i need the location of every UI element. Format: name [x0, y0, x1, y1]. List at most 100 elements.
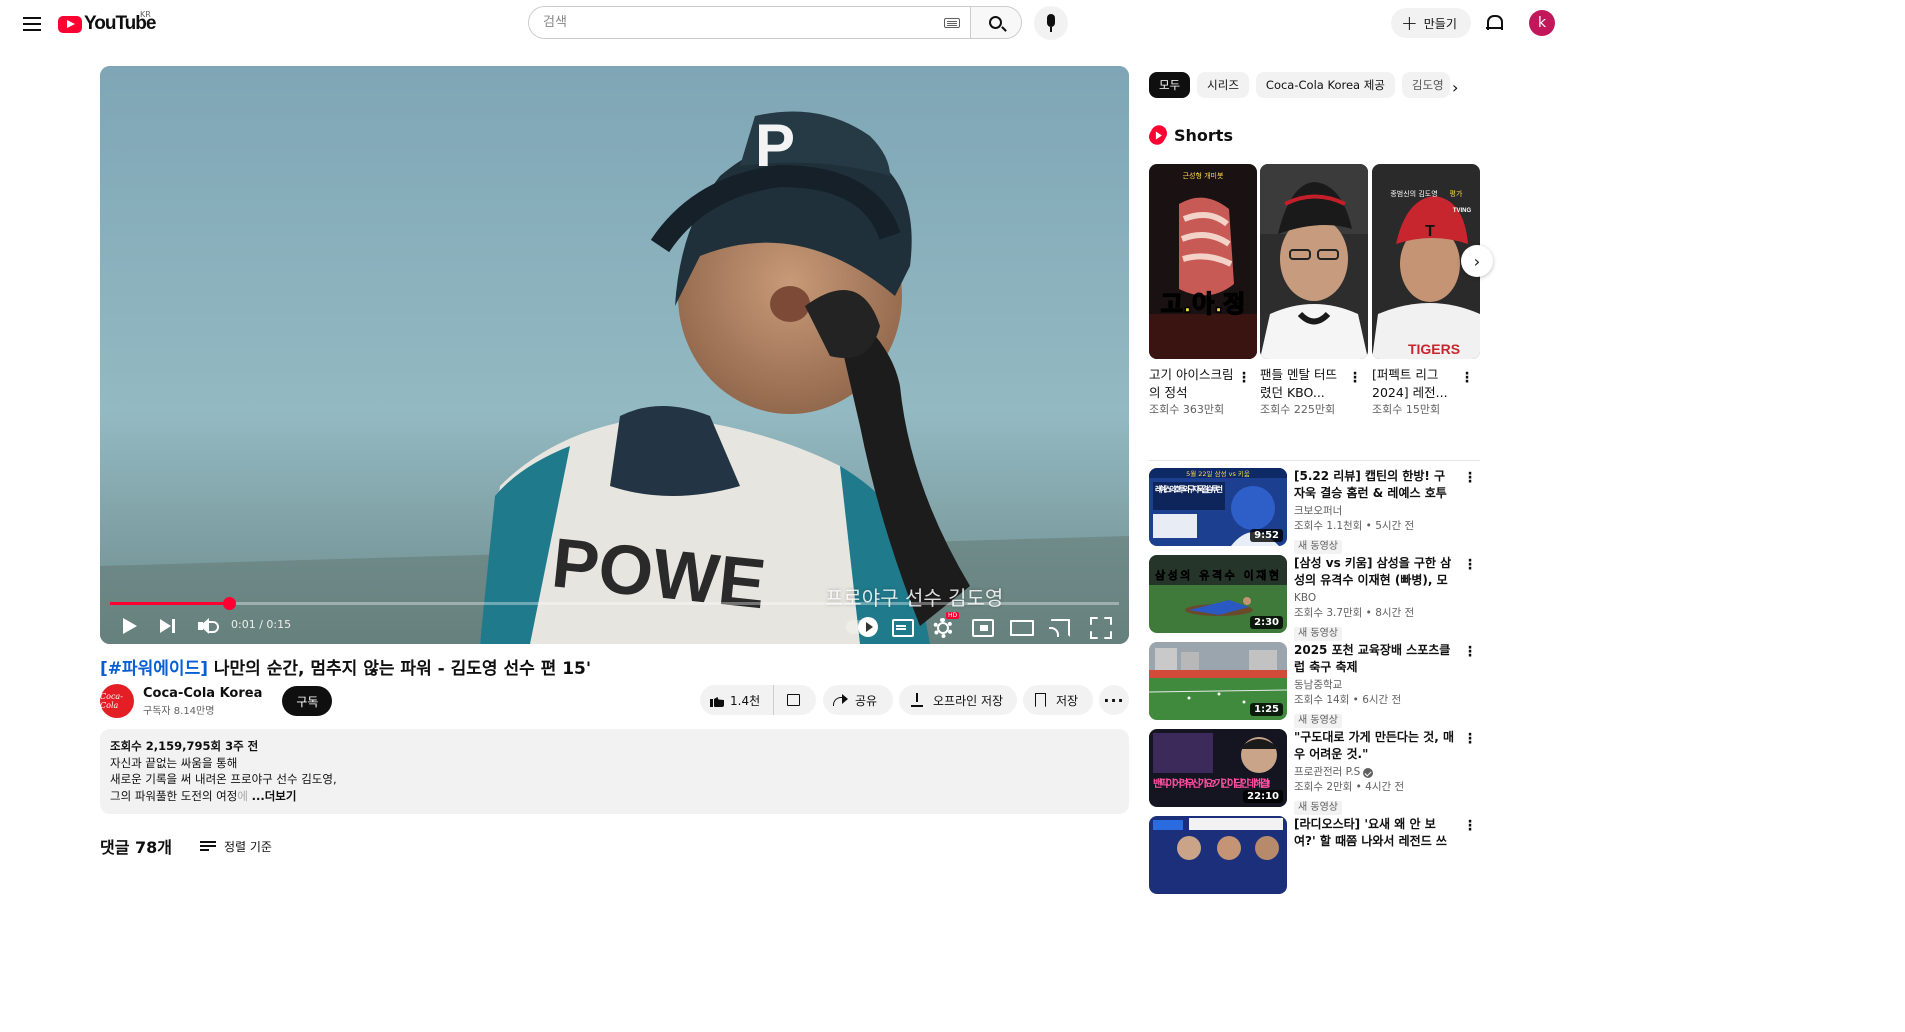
notifications-bell-icon[interactable]	[1486, 14, 1503, 32]
shorts-icon	[1146, 122, 1170, 148]
progress-played	[110, 602, 230, 605]
short-thumbnail[interactable]	[1260, 164, 1368, 359]
chevron-right-icon[interactable]: ›	[1452, 78, 1458, 97]
search-box	[528, 6, 970, 39]
subscribe-button[interactable]: 구독	[282, 686, 333, 716]
fullscreen-icon[interactable]	[1088, 615, 1110, 637]
more-actions-icon[interactable]: ···	[1099, 685, 1129, 715]
video-title[interactable]: [삼성 vs 키움] 삼성을 구한 삼성의 유격수 이재현 (빠병), 모두..…	[1294, 555, 1454, 589]
subtitles-icon[interactable]	[890, 615, 914, 637]
video-title[interactable]: 2025 포천 교육장배 스포츠클럽 축구 축제	[1294, 642, 1454, 676]
shorts-title: Shorts	[1174, 125, 1233, 145]
sort-button[interactable]: 정렬 기준	[200, 838, 272, 855]
channel-avatar-text: Coca-Cola	[100, 692, 123, 710]
channel-name[interactable]: KBO	[1294, 591, 1454, 606]
more-vert-icon[interactable]: · · ·	[1239, 367, 1249, 389]
shorts-next-button[interactable]: ›	[1461, 245, 1493, 277]
video-title[interactable]: "구도대로 가게 만든다는 것, 매우 어려운 것."	[1294, 729, 1454, 763]
short-title[interactable]: 고기 아이스크림의 정석	[1149, 366, 1235, 402]
share-button[interactable]: 공유	[823, 685, 893, 715]
thumb-overlay-text: 삼성의 유격수 이재현	[1155, 568, 1279, 582]
like-dislike-group: 1.4천	[700, 685, 816, 715]
channel-avatar[interactable]: Coca-Cola	[100, 684, 134, 718]
channel-name[interactable]: 동남중학교	[1294, 678, 1454, 693]
recommended-video[interactable]: 밴픽이 어려우신가요? 기인이 답인데 해결! 22:10 "구도대로 가게 만…	[1149, 728, 1479, 815]
search-input[interactable]	[543, 15, 923, 30]
keyboard-icon[interactable]	[944, 18, 960, 28]
video-thumbnail[interactable]: 삼성의 유격수 이재현 2:30	[1149, 555, 1287, 633]
more-vert-icon[interactable]: · · ·	[1465, 728, 1475, 750]
thumb-top-text: 5월 22일 삼성 vs 키움	[1186, 469, 1250, 478]
more-vert-icon[interactable]: · · ·	[1465, 641, 1475, 663]
video-title[interactable]: [5.22 리뷰] 캡틴의 한방! 구자욱 결승 홈런 & 레예스 호투로 스.…	[1294, 468, 1454, 502]
download-button[interactable]: 오프라인 저장	[899, 685, 1017, 715]
sort-label: 정렬 기준	[224, 839, 272, 854]
chip-player[interactable]: 김도영	[1401, 72, 1450, 98]
progress-bar[interactable]	[110, 597, 1119, 610]
next-video-icon[interactable]	[157, 615, 179, 637]
title-hashtag-link[interactable]: [#파워에이드]	[100, 659, 208, 679]
thumbnail-image	[1149, 816, 1287, 894]
title-text: 나만의 순간, 멈추지 않는 파워 - 김도영 선수 편 15'	[207, 659, 592, 679]
more-vert-icon[interactable]: · · ·	[1350, 367, 1360, 389]
thumb-overlay-text: 레예스의 호투와 구자욱 결승 투런	[1155, 484, 1223, 494]
play-icon[interactable]	[118, 615, 140, 637]
chip-all[interactable]: 모두	[1149, 72, 1191, 98]
recommended-video[interactable]: 5월 22일 삼성 vs 키움 레예스의 호투와 구자욱 결승 투런 9:52 …	[1149, 467, 1479, 554]
cast-icon[interactable]	[1048, 615, 1070, 637]
save-button[interactable]: 저장	[1023, 685, 1093, 715]
short-overlay-brand: TVING	[1453, 208, 1472, 214]
search-button[interactable]	[970, 6, 1022, 39]
autoplay-toggle[interactable]	[846, 617, 878, 637]
more-vert-icon[interactable]: · · ·	[1462, 367, 1472, 389]
description-box[interactable]: 조회수 2,159,795회 3주 전 자신과 끝없는 싸움을 통해 새로운 기…	[100, 729, 1129, 814]
video-title[interactable]: [라디오스타] '요새 왜 안 보여?' 할 때쯤 나와서 레전드 쓰고 가..…	[1294, 816, 1454, 850]
channel-name[interactable]: Coca-Cola Korea	[143, 685, 262, 702]
channel-name[interactable]: 크보오퍼너	[1294, 504, 1454, 519]
recommended-video[interactable]: 1:25 2025 포천 교육장배 스포츠클럽 축구 축제 동남중학교 조회수 …	[1149, 641, 1479, 728]
more-vert-icon[interactable]: · · ·	[1465, 467, 1475, 489]
like-button[interactable]: 1.4천	[700, 685, 774, 715]
more-vert-icon[interactable]: · · ·	[1465, 815, 1475, 837]
video-thumbnail[interactable]: 5월 22일 삼성 vs 키움 레예스의 호투와 구자욱 결승 투런 9:52	[1149, 468, 1287, 546]
channel-name[interactable]: 프로관전러 P.S	[1294, 765, 1454, 780]
player-controls: 0:01 / 0:15 HD	[100, 608, 1129, 644]
video-thumbnail[interactable]	[1149, 816, 1287, 894]
channel-owner: Coca-Cola Coca-Cola Korea 구독자 8.14만명 구독	[100, 684, 333, 718]
short-thumbnail-image: 근성형 개미봇 고.아.정	[1149, 164, 1257, 359]
miniplayer-icon[interactable]	[970, 615, 994, 637]
channel-info: Coca-Cola Korea 구독자 8.14만명	[143, 685, 262, 717]
chip-provider[interactable]: Coca-Cola Korea 제공	[1255, 72, 1395, 98]
comments-header: 댓글 78개 정렬 기준	[100, 834, 272, 858]
show-more-link[interactable]: ...더보기	[252, 789, 297, 803]
recommended-video[interactable]: [라디오스타] '요새 왜 안 보여?' 할 때쯤 나와서 레전드 쓰고 가..…	[1149, 815, 1479, 894]
new-badge: 새 동영상	[1294, 801, 1342, 815]
recommended-video[interactable]: 삼성의 유격수 이재현 2:30 [삼성 vs 키움] 삼성을 구한 삼성의 유…	[1149, 554, 1479, 641]
thumbs-down-icon[interactable]	[786, 693, 800, 707]
short-card[interactable]: T TIGERS 종범신의 김도영 평가 TVING [퍼펙트 리그 2024]…	[1372, 164, 1480, 418]
description-fade: 에	[237, 788, 252, 803]
video-meta: 조회수 14회 • 6시간 전	[1294, 694, 1402, 706]
chevron-right-icon: ›	[1473, 251, 1481, 271]
short-views: 조회수 225만회	[1260, 403, 1336, 416]
more-vert-icon[interactable]: · · ·	[1465, 554, 1475, 576]
new-badge: 새 동영상	[1294, 714, 1342, 728]
new-badge: 새 동영상	[1294, 540, 1342, 554]
video-duration: 2:30	[1250, 616, 1283, 629]
short-card[interactable]: 팬들 멘탈 터뜨렸던 KBO... 조회수 225만회 · · ·	[1260, 164, 1368, 418]
short-card[interactable]: 근성형 개미봇 고.아.정 고기 아이스크림의 정석 조회수 363만회 · · ·	[1149, 164, 1257, 418]
video-thumbnail[interactable]: 1:25	[1149, 642, 1287, 720]
theater-mode-icon[interactable]	[1009, 615, 1034, 637]
create-button[interactable]: + 만들기	[1391, 8, 1471, 38]
video-thumbnail[interactable]: 밴픽이 어려우신가요? 기인이 답인데 해결! 22:10	[1149, 729, 1287, 807]
short-overlay-top: 근성형 개미봇	[1183, 171, 1224, 180]
subscriber-count: 구독자 8.14만명	[143, 706, 215, 717]
chip-series[interactable]: 시리즈	[1197, 72, 1249, 98]
video-player[interactable]: POWE P 프로야구 선수 김도영 0:01 / 0:15 HD	[100, 66, 1129, 644]
menu-icon[interactable]	[20, 12, 44, 36]
account-avatar[interactable]: k	[1529, 10, 1555, 36]
short-title[interactable]: 팬들 멘탈 터뜨렸던 KBO...	[1260, 366, 1346, 402]
short-thumbnail[interactable]: 근성형 개미봇 고.아.정	[1149, 164, 1257, 359]
voice-search-icon[interactable]	[1034, 6, 1068, 40]
short-title[interactable]: [퍼펙트 리그 2024] 레전...	[1372, 366, 1458, 402]
